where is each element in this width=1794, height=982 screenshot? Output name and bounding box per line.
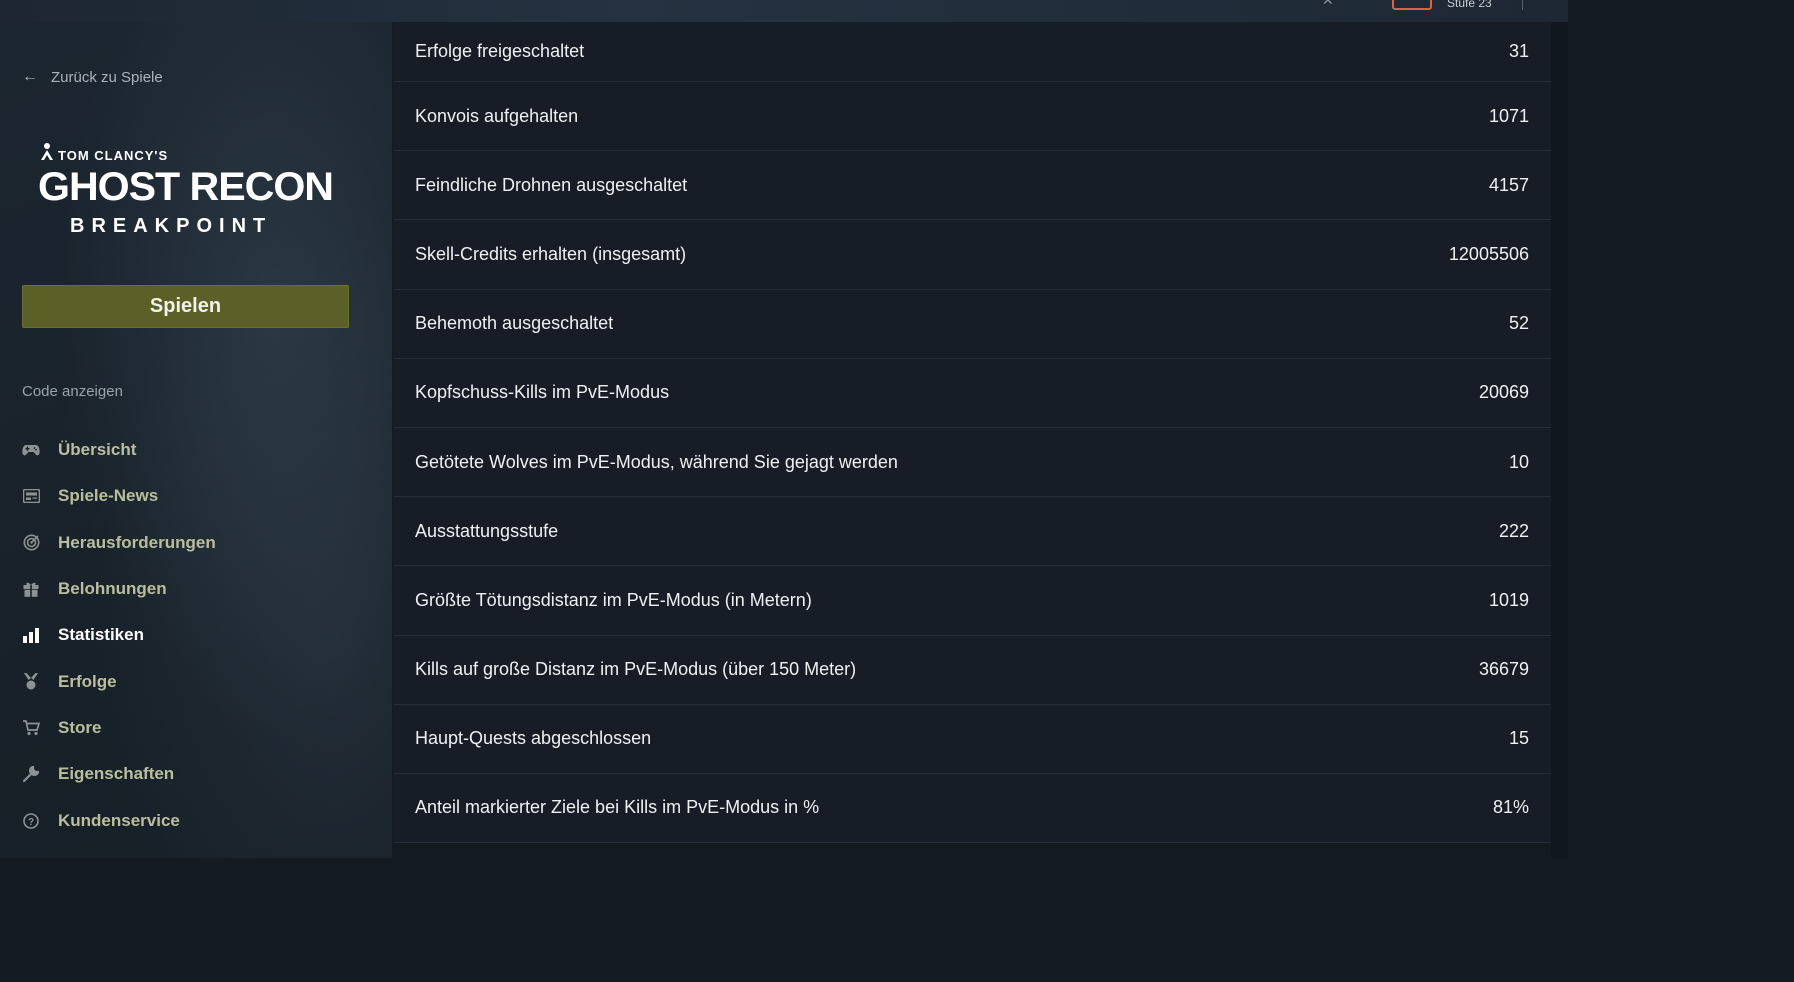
svg-text:GHOST RECON: GHOST RECON xyxy=(38,165,333,209)
stat-value: 4157 xyxy=(1488,174,1529,195)
sidebar-item-statistics[interactable]: Statistiken xyxy=(22,612,372,658)
sidebar-item-label: Erfolge xyxy=(58,671,117,691)
stat-row: Haupt-Quests abgeschlossen 15 xyxy=(394,704,1551,774)
top-divider xyxy=(1522,0,1523,10)
sidebar-item-challenges[interactable]: Herausforderungen xyxy=(22,520,372,566)
stat-value: 1019 xyxy=(1488,589,1529,610)
back-to-games-link[interactable]: ← Zurück zu Spiele xyxy=(22,68,163,86)
stat-row: Anteil markierter Ziele bei Kills im PvE… xyxy=(394,773,1551,844)
stat-value: 222 xyxy=(1498,520,1529,541)
stat-row: Konvois aufgehalten 1071 xyxy=(394,82,1551,152)
arrow-left-icon: ← xyxy=(22,68,38,85)
stat-row: Ausstattungsstufe 222 xyxy=(394,497,1551,567)
sidebar-item-label: Übersicht xyxy=(58,440,137,460)
play-button[interactable]: Spielen xyxy=(22,285,349,328)
svg-text:BREAKPOINT: BREAKPOINT xyxy=(70,215,272,237)
stat-value: 52 xyxy=(1508,313,1529,334)
notification-icon[interactable]: ✕ xyxy=(1322,0,1334,9)
stat-label: Behemoth ausgeschaltet xyxy=(415,313,614,334)
game-logo: TOM CLANCY'S GHOST RECON BREAKPOINT xyxy=(38,140,338,240)
level-text: Stufe 23 xyxy=(1447,0,1492,10)
stat-row: Getötete Wolves im PvE-Modus, während Si… xyxy=(394,427,1551,498)
stat-label: Erfolge freigeschaltet xyxy=(415,41,585,61)
sidebar-item-achievements[interactable]: Erfolge xyxy=(22,658,372,704)
stat-value: 10 xyxy=(1508,451,1529,472)
stat-label: Ausstattungsstufe xyxy=(415,520,559,541)
sidebar-item-label: Statistiken xyxy=(58,625,144,645)
stat-row: Kopfschuss-Kills im PvE-Modus 20069 xyxy=(394,358,1551,428)
stat-label: Größte Tötungsdistanz im PvE-Modus (in M… xyxy=(415,589,812,610)
stat-label: Kopfschuss-Kills im PvE-Modus xyxy=(415,382,670,403)
bar-chart-icon xyxy=(22,626,40,644)
sidebar-item-store[interactable]: Store xyxy=(22,705,372,751)
stat-value: 31 xyxy=(1508,41,1529,61)
sidebar-item-support[interactable]: ? Kundenservice xyxy=(22,797,372,843)
sidebar-item-properties[interactable]: Eigenschaften xyxy=(22,751,372,797)
stat-row: Kills auf große Distanz im PvE-Modus (üb… xyxy=(394,635,1551,705)
stat-row: Behemoth ausgeschaltet 52 xyxy=(394,289,1551,359)
sidebar-item-label: Herausforderungen xyxy=(58,532,216,552)
help-icon: ? xyxy=(22,812,40,830)
cart-icon xyxy=(22,719,40,737)
stat-value: 81% xyxy=(1492,797,1529,818)
back-link-label: Zurück zu Spiele xyxy=(51,68,163,86)
medal-icon xyxy=(22,673,40,691)
svg-text:?: ? xyxy=(28,817,34,828)
sidebar-item-overview[interactable]: Übersicht xyxy=(22,427,372,473)
sidebar-nav: Übersicht Spiele-News Herausforderungen … xyxy=(22,427,372,844)
stat-label: Konvois aufgehalten xyxy=(415,105,579,126)
stat-label: Skell-Credits erhalten (insgesamt) xyxy=(415,243,687,264)
stat-row: Größte Tötungsdistanz im PvE-Modus (in M… xyxy=(394,566,1551,636)
stat-value: 15 xyxy=(1508,728,1529,749)
stat-row: Erfolge freigeschaltet 31 xyxy=(394,22,1551,82)
target-icon xyxy=(22,534,40,552)
sidebar-item-label: Spiele-News xyxy=(58,486,159,506)
wrench-icon xyxy=(22,765,40,783)
stat-label: Anteil markierter Ziele bei Kills im PvE… xyxy=(415,797,820,818)
show-code-link[interactable]: Code anzeigen xyxy=(22,383,123,400)
stat-label: Kills auf große Distanz im PvE-Modus (üb… xyxy=(415,659,857,680)
sidebar-item-news[interactable]: Spiele-News xyxy=(22,473,372,519)
stat-label: Haupt-Quests abgeschlossen xyxy=(415,728,652,749)
stat-row: Skell-Credits erhalten (insgesamt) 12005… xyxy=(394,220,1551,290)
sidebar-item-label: Belohnungen xyxy=(58,579,167,599)
svg-text:TOM CLANCY'S: TOM CLANCY'S xyxy=(58,148,168,163)
news-icon xyxy=(22,487,40,505)
stat-label: Feindliche Drohnen ausgeschaltet xyxy=(415,174,688,195)
stat-value: 12005506 xyxy=(1448,243,1529,264)
stat-value: 20069 xyxy=(1478,382,1529,403)
stat-value: 1071 xyxy=(1488,105,1529,126)
sidebar: ← Zurück zu Spiele TOM CLANCY'S GHOST RE… xyxy=(0,22,392,858)
level-badge[interactable] xyxy=(1392,0,1432,10)
stat-value: 36679 xyxy=(1478,659,1529,680)
stat-label: Getötete Wolves im PvE-Modus, während Si… xyxy=(415,451,898,472)
sidebar-item-label: Store xyxy=(58,717,102,737)
statistics-list: Erfolge freigeschaltet 31 Konvois aufgeh… xyxy=(394,22,1551,858)
sidebar-item-label: Kundenservice xyxy=(58,810,180,830)
sidebar-item-rewards[interactable]: Belohnungen xyxy=(22,566,372,612)
stat-row: Feindliche Drohnen ausgeschaltet 4157 xyxy=(394,151,1551,221)
sidebar-item-label: Eigenschaften xyxy=(58,764,175,784)
gamepad-icon xyxy=(22,441,40,459)
scrollbar-track[interactable] xyxy=(1551,22,1568,858)
top-bar: ✕ Stufe 23 xyxy=(0,0,1568,22)
gift-icon xyxy=(22,580,40,598)
